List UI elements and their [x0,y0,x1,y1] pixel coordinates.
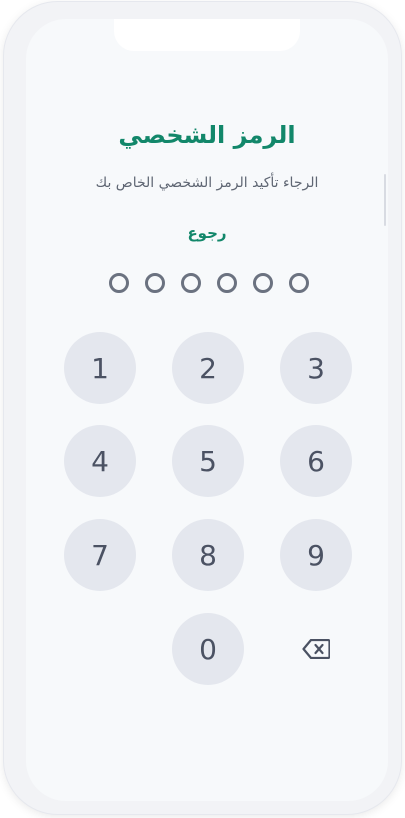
key-0[interactable]: 0 [172,613,244,685]
key-4[interactable]: 4 [64,425,136,497]
page-title: الرمز الشخصي [118,121,296,149]
key-6[interactable]: 6 [280,425,352,497]
key-1[interactable]: 1 [64,332,136,404]
key-2[interactable]: 2 [172,332,244,404]
backspace-button[interactable] [280,613,352,685]
phone-notch [114,19,300,51]
phone-frame: الرمز الشخصي الرجاء تأكيد الرمز الشخصي ا… [4,2,401,814]
key-9[interactable]: 9 [280,519,352,591]
pin-dot [181,273,201,293]
back-link[interactable]: رجوع [26,224,388,242]
key-7[interactable]: 7 [64,519,136,591]
key-5[interactable]: 5 [172,425,244,497]
pin-indicator [109,273,309,295]
page-subtitle: الرجاء تأكيد الرمز الشخصي الخاص بك [95,175,319,191]
pin-dot [145,273,165,293]
pin-dot [289,273,309,293]
backspace-icon [302,639,330,659]
pin-screen: الرمز الشخصي الرجاء تأكيد الرمز الشخصي ا… [26,19,388,801]
pin-dot [109,273,129,293]
key-8[interactable]: 8 [172,519,244,591]
pin-dot [253,273,273,293]
pin-dot [217,273,237,293]
key-3[interactable]: 3 [280,332,352,404]
